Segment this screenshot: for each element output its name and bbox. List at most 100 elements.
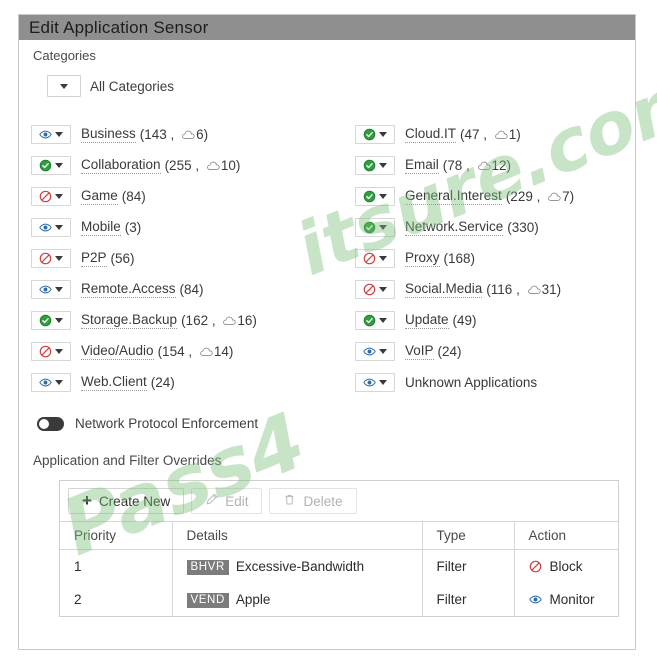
category-action-dropdown[interactable] — [355, 280, 395, 299]
category-label: Proxy (168) — [405, 250, 476, 267]
category-action-dropdown[interactable] — [355, 218, 395, 237]
column-header-details[interactable]: Details — [172, 521, 423, 550]
category-label: P2P (56) — [81, 250, 135, 267]
all-categories-dropdown[interactable] — [47, 75, 81, 97]
create-new-button[interactable]: + Create New — [68, 488, 185, 514]
category-action-dropdown[interactable] — [31, 280, 71, 299]
category-label: VoIP (24) — [405, 343, 462, 360]
action-label: Monitor — [549, 592, 595, 607]
category-action-dropdown[interactable] — [355, 249, 395, 268]
category-action-dropdown[interactable] — [31, 373, 71, 392]
category-item-network-service: Network.Service (330) — [355, 212, 623, 243]
cell-priority: 1 — [60, 549, 173, 583]
category-item-social-media: Social.Media (116 , 31) — [355, 274, 623, 305]
chevron-down-icon — [379, 287, 387, 292]
cell-details: BHVR Excessive-Bandwidth — [172, 549, 423, 583]
category-counts: (229 , 7) — [505, 188, 575, 204]
allow-check-icon — [39, 159, 52, 172]
column-header-type[interactable]: Type — [422, 521, 515, 550]
cloud-icon — [199, 345, 213, 360]
monitor-eye-icon — [39, 221, 52, 234]
chevron-down-icon — [55, 256, 63, 261]
type-badge: BHVR — [186, 559, 229, 575]
block-icon — [363, 252, 376, 265]
pencil-icon — [205, 493, 218, 509]
cloud-icon — [222, 314, 236, 329]
cell-type: Filter — [422, 549, 515, 583]
category-label: Collaboration (255 , 10) — [81, 157, 241, 174]
chevron-down-icon — [55, 132, 63, 137]
chevron-down-icon — [55, 194, 63, 199]
all-categories-label: All Categories — [90, 78, 175, 94]
panel-body: Categories All Categories Business (143 … — [19, 40, 635, 617]
category-action-dropdown[interactable] — [31, 187, 71, 206]
category-counts: (24) — [150, 375, 175, 390]
monitor-eye-icon — [363, 345, 376, 358]
monitor-eye-icon — [39, 376, 52, 389]
category-item-web-client: Web.Client (24) — [31, 367, 355, 398]
category-item-game: Game (84) — [31, 181, 355, 212]
monitor-eye-icon — [39, 128, 52, 141]
chevron-down-icon — [379, 318, 387, 323]
category-action-dropdown[interactable] — [31, 249, 71, 268]
overrides-title: Application and Filter Overrides — [33, 453, 222, 468]
block-icon — [363, 283, 376, 296]
table-row[interactable]: 2 VEND Apple Filter Monitor — [60, 583, 618, 616]
category-action-dropdown[interactable] — [355, 125, 395, 144]
cloud-icon — [206, 159, 220, 174]
category-counts: (47 , 1) — [460, 126, 521, 143]
category-counts: (3) — [124, 220, 142, 235]
category-label: Game (84) — [81, 188, 146, 205]
category-counts: (116 , 31) — [486, 281, 562, 297]
overrides-box: + Create New Edit Delete Priority Detail… — [59, 480, 619, 617]
category-item-remote-access: Remote.Access (84) — [31, 274, 355, 305]
network-protocol-enforcement-row: Network Protocol Enforcement — [37, 416, 623, 431]
chevron-down-icon — [55, 380, 63, 385]
category-label: Email (78 , 12) — [405, 157, 512, 174]
category-counts: (162 , 16) — [181, 312, 257, 329]
column-header-priority[interactable]: Priority — [60, 521, 173, 550]
category-action-dropdown[interactable] — [31, 156, 71, 175]
column-header-action[interactable]: Action — [514, 521, 618, 550]
network-protocol-enforcement-toggle[interactable] — [37, 416, 64, 431]
category-action-dropdown[interactable] — [31, 125, 71, 144]
allow-check-icon — [363, 190, 376, 203]
category-action-dropdown[interactable] — [31, 218, 71, 237]
category-action-dropdown[interactable] — [355, 187, 395, 206]
block-icon — [529, 560, 542, 573]
category-counts: (49) — [452, 313, 477, 328]
categories-section-label: Categories — [33, 48, 96, 63]
delete-button[interactable]: Delete — [269, 488, 357, 514]
chevron-down-icon — [60, 83, 68, 89]
delete-label: Delete — [303, 493, 343, 509]
category-counts: (84) — [121, 189, 146, 204]
category-action-dropdown[interactable] — [31, 342, 71, 361]
category-label: Social.Media (116 , 31) — [405, 281, 562, 298]
category-item-storage-backup: Storage.Backup (162 , 16) — [31, 305, 355, 336]
category-action-dropdown[interactable] — [31, 311, 71, 330]
block-icon — [39, 252, 52, 265]
category-action-dropdown[interactable] — [355, 373, 395, 392]
edit-button[interactable]: Edit — [191, 488, 263, 514]
category-item-p2p: P2P (56) — [31, 243, 355, 274]
category-counts: (330) — [507, 220, 539, 235]
table-row[interactable]: 1 BHVR Excessive-Bandwidth Filter Block — [60, 549, 618, 583]
category-item-video-audio: Video/Audio (154 , 14) — [31, 336, 355, 367]
category-action-dropdown[interactable] — [355, 156, 395, 175]
category-counts: (56) — [110, 251, 135, 266]
chevron-down-icon — [55, 287, 63, 292]
category-item-update: Update (49) — [355, 305, 623, 336]
category-counts: (154 , 14) — [157, 343, 234, 360]
cloud-icon — [477, 159, 491, 174]
cloud-icon — [494, 128, 508, 143]
category-label: Cloud.IT (47 , 1) — [405, 126, 521, 143]
category-action-dropdown[interactable] — [355, 342, 395, 361]
chevron-down-icon — [55, 163, 63, 168]
create-new-label: Create New — [98, 493, 171, 509]
category-label: Video/Audio (154 , 14) — [81, 343, 234, 360]
table-header-row: Priority Details Type Action — [60, 521, 618, 550]
chevron-down-icon — [379, 163, 387, 168]
chevron-down-icon — [379, 132, 387, 137]
category-action-dropdown[interactable] — [355, 311, 395, 330]
chevron-down-icon — [379, 194, 387, 199]
